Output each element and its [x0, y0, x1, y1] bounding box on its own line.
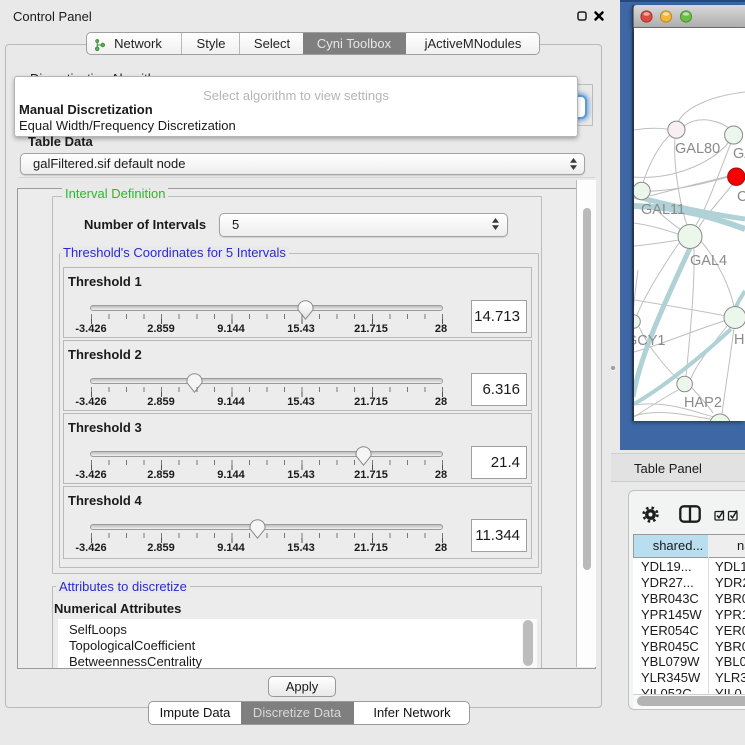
svg-text:GAL4: GAL4: [690, 253, 727, 269]
svg-text:HAP2: HAP2: [684, 395, 722, 411]
svg-text:C: C: [737, 189, 745, 205]
svg-text:GAL80: GAL80: [675, 141, 720, 157]
svg-text:GAL11: GAL11: [641, 202, 685, 218]
svg-text:GCY1: GCY1: [634, 333, 666, 349]
svg-text:GA: GA: [733, 146, 745, 162]
svg-text:H: H: [734, 332, 744, 348]
